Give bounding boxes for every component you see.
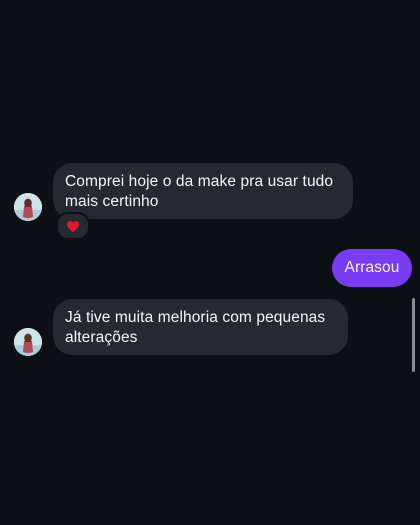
message-bubble-incoming[interactable]: Comprei hoje o da make pra usar tudo mai… <box>53 163 353 219</box>
avatar-photo-icon <box>14 328 42 356</box>
message-bubble-outgoing[interactable]: Arrasou <box>332 249 412 287</box>
avatar-photo-icon <box>14 193 42 221</box>
avatar[interactable] <box>14 193 42 221</box>
message-text: Arrasou <box>344 259 400 276</box>
message-text-line: Comprei hoje o da make pra usar tudo <box>65 173 334 190</box>
scrollbar[interactable] <box>412 298 415 372</box>
message-text-line: Já tive muita melhoria com pequenas <box>65 309 326 326</box>
avatar[interactable] <box>14 328 42 356</box>
message-text-line: alterações <box>65 329 138 346</box>
message-bubble-incoming[interactable]: Já tive muita melhoria com pequenas alte… <box>53 299 348 355</box>
message-text-line: mais certinho <box>65 193 159 210</box>
message-thread[interactable]: Comprei hoje o da make pra usar tudo mai… <box>0 0 420 525</box>
heart-icon <box>66 220 80 232</box>
reaction-badge[interactable] <box>56 212 90 240</box>
